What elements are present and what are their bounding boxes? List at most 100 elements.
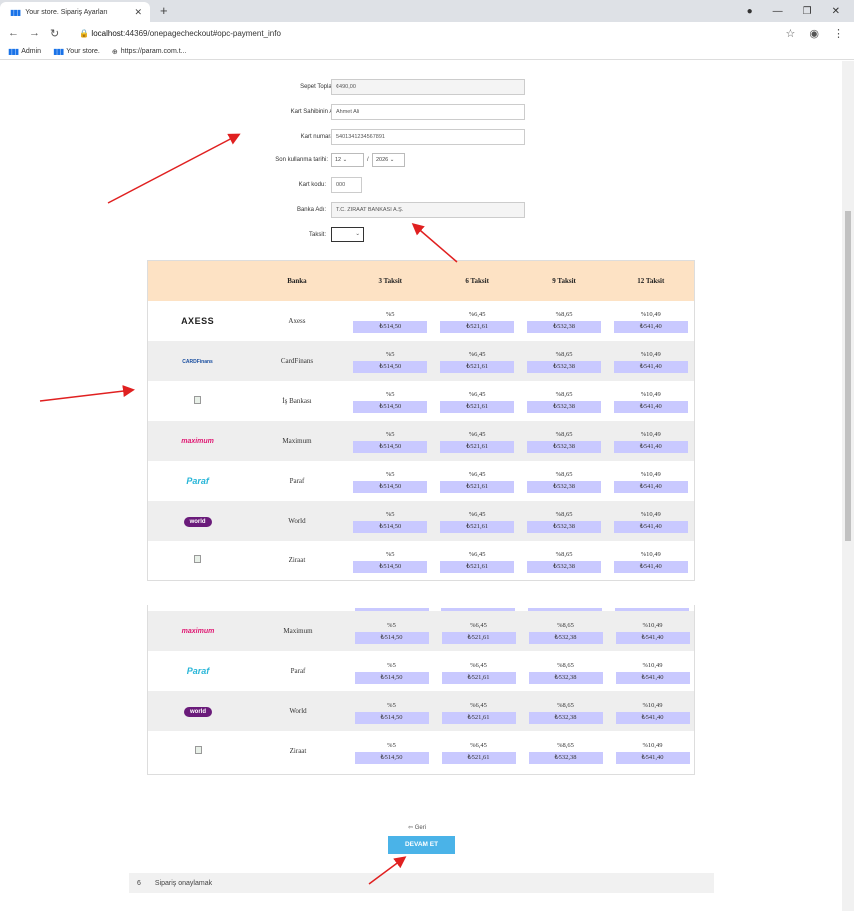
installment-cell[interactable]: %6,45 ₺521,61 [435, 651, 522, 691]
page-scrollbar[interactable] [842, 61, 854, 911]
minimize-icon[interactable]: — [773, 6, 783, 17]
back-link[interactable]: ⇦ Geri [408, 824, 426, 831]
installment-cell[interactable]: %10,49 ₺541,40 [609, 611, 694, 651]
scrollbar-thumb[interactable] [845, 211, 851, 541]
reload-icon[interactable]: ↻ [50, 27, 59, 40]
installment-cell[interactable]: %8,65 ₺532,38 [522, 611, 609, 651]
bank-logo-cell: Paraf [148, 651, 248, 691]
installment-cell[interactable]: %5 ₺514,50 [346, 420, 434, 461]
taksit-select[interactable]: ⌄ [331, 227, 364, 242]
interest-rate: %6,45 [470, 661, 487, 669]
interest-rate: %6,45 [468, 391, 486, 398]
installment-cell[interactable]: %8,65 ₺532,38 [520, 420, 608, 461]
browser-tab[interactable]: ▮▮▮ Your store. Sipariş Ayarları ✕ [0, 2, 150, 22]
interest-rate: %8,65 [557, 621, 574, 629]
installment-cell[interactable]: %6,45 ₺521,61 [433, 500, 521, 541]
installment-amount: ₺514,50 [353, 361, 428, 373]
close-tab-icon[interactable]: ✕ [134, 7, 142, 18]
installment-cell[interactable]: %10,49 ₺541,40 [608, 461, 695, 501]
installment-cell[interactable]: %10,49 ₺541,40 [607, 500, 695, 541]
profile-dot-icon[interactable]: ● [747, 6, 753, 17]
table-row: world World %5 ₺514,50 %6,45 ₺521,61 %8,65 ₺532… [147, 500, 695, 541]
installment-cell[interactable]: %5 ₺514,50 [348, 691, 435, 731]
installment-amount: ₺532,38 [528, 751, 603, 764]
account-icon[interactable]: ◉ [809, 27, 819, 40]
restore-icon[interactable]: ❐ [803, 6, 812, 17]
paraf-logo-icon: Paraf [186, 666, 210, 676]
axess-logo-icon: AXESS [181, 315, 215, 326]
installment-cell[interactable]: %6,45 ₺521,61 [435, 691, 522, 731]
table-row: Ziraat %5 ₺514,50 %6,45 ₺521,61 %8,65 ₺532,38%… [148, 731, 694, 771]
lock-icon: 🔒 [79, 28, 90, 38]
installment-cell[interactable]: %6,45 ₺521,61 [434, 541, 521, 581]
admin-bookmark-icon: ▮▮▮ [8, 47, 19, 56]
installment-amount: ₺532,38 [527, 321, 602, 333]
installment-cell[interactable]: %5 ₺514,50 [347, 461, 434, 501]
continue-button[interactable]: DEVAM ET [388, 836, 455, 854]
installment-amount: ₺521,61 [440, 321, 515, 333]
installment-cell[interactable]: %10,49 ₺541,40 [608, 381, 695, 421]
installment-cell[interactable]: %8,65 ₺532,38 [522, 731, 609, 771]
installment-cell[interactable]: %5 ₺514,50 [347, 301, 434, 341]
installment-cell[interactable]: %10,49 ₺541,40 [609, 651, 694, 691]
installment-cell[interactable]: %6,45 ₺521,61 [435, 611, 522, 651]
card-number-input[interactable]: 5401341234567891 [331, 129, 525, 145]
installment-cell[interactable]: %5 ₺514,50 [347, 381, 434, 421]
expiry-year-select[interactable]: 2026 ⌄ [372, 153, 405, 167]
installment-cell[interactable]: %5 ₺514,50 [346, 340, 434, 381]
forward-icon[interactable]: → [29, 27, 40, 39]
card-holder-input[interactable]: Ahmet Ali [331, 104, 525, 120]
installment-cell[interactable]: %5 ₺514,50 [347, 541, 434, 581]
bookmark-label: Admin [21, 48, 42, 55]
installment-cell[interactable]: %8,65 ₺532,38 [521, 381, 608, 421]
installment-cell[interactable]: %5 ₺514,50 [348, 611, 435, 651]
address-bar[interactable]: 🔒 localhost:44369/onepagecheckout#opc-pa… [79, 29, 281, 38]
installment-cell[interactable]: %10,49 ₺541,40 [608, 541, 695, 581]
installment-cell[interactable]: %6,45 ₺521,61 [435, 731, 522, 771]
installment-cell[interactable]: %10,49 ₺541,40 [609, 731, 694, 771]
expiry-month-select[interactable]: 12 ⌄ [331, 153, 364, 167]
installment-cell[interactable]: %8,65 ₺532,38 [521, 541, 608, 581]
installment-cell[interactable]: %8,65 ₺532,38 [522, 691, 609, 731]
interest-rate: %8,65 [557, 661, 574, 669]
installment-cell[interactable]: %10,49 ₺541,40 [607, 420, 695, 461]
installment-cell[interactable]: %8,65 ₺532,38 [520, 340, 608, 381]
installment-cell[interactable]: %5 ₺514,50 [348, 651, 435, 691]
back-icon[interactable]: ← [8, 27, 19, 39]
star-icon[interactable]: ☆ [786, 27, 796, 40]
tab-title: Your store. Sipariş Ayarları [25, 8, 108, 16]
back-label: Geri [414, 825, 427, 831]
menu-icon[interactable]: ⋮ [833, 27, 844, 40]
installment-cell[interactable]: %5 ₺514,50 [348, 731, 435, 771]
table-row: CARDFinans CardFinans %5 ₺514,50 %6,45 ₺521,6… [147, 340, 695, 381]
interest-rate: %8,65 [557, 701, 574, 709]
close-window-icon[interactable]: ✕ [832, 6, 840, 17]
installment-cell[interactable]: %6,45 ₺521,61 [434, 301, 521, 341]
broken-image-icon [194, 555, 202, 564]
installment-cell[interactable]: %6,45 ₺521,61 [433, 420, 521, 461]
installment-cell[interactable]: %10,49 ₺541,40 [609, 691, 694, 731]
bookmark-admin[interactable]: ▮▮▮ Admin [8, 47, 41, 56]
installment-amount: ₺541,40 [613, 441, 688, 453]
installment-amount: ₺521,61 [441, 631, 516, 644]
installment-amount: ₺532,38 [528, 711, 603, 724]
interest-rate: %10,49 [642, 741, 663, 749]
installment-cell[interactable]: %6,45 ₺521,61 [434, 461, 521, 501]
checkout-step-confirm[interactable]: 6 Sipariş onaylamak [129, 873, 714, 893]
installment-cell[interactable]: %10,49 ₺541,40 [607, 340, 695, 381]
bookmark-store[interactable]: ▮▮▮ Your store. [53, 47, 100, 56]
installment-cell[interactable]: %5 ₺514,50 [346, 500, 434, 541]
installment-cell[interactable]: %8,65 ₺532,38 [521, 301, 608, 341]
installment-cell[interactable]: %6,45 ₺521,61 [434, 381, 521, 421]
expiry-year-value: 2026 [376, 157, 389, 163]
installment-cell[interactable]: %8,65 ₺532,38 [522, 651, 609, 691]
cvv-input[interactable]: 000 [331, 177, 362, 193]
new-tab-button[interactable]: + [160, 3, 168, 18]
installment-cell[interactable]: %10,49 ₺541,40 [608, 301, 695, 341]
bookmark-param[interactable]: ⊕ https://param.com.t... [112, 48, 187, 56]
installment-amount: ₺521,61 [441, 711, 516, 724]
installment-cell[interactable]: %8,65 ₺532,38 [521, 461, 608, 501]
installment-cell[interactable]: %8,65 ₺532,38 [520, 500, 608, 541]
partial-row [148, 605, 694, 611]
installment-cell[interactable]: %6,45 ₺521,61 [433, 340, 521, 381]
